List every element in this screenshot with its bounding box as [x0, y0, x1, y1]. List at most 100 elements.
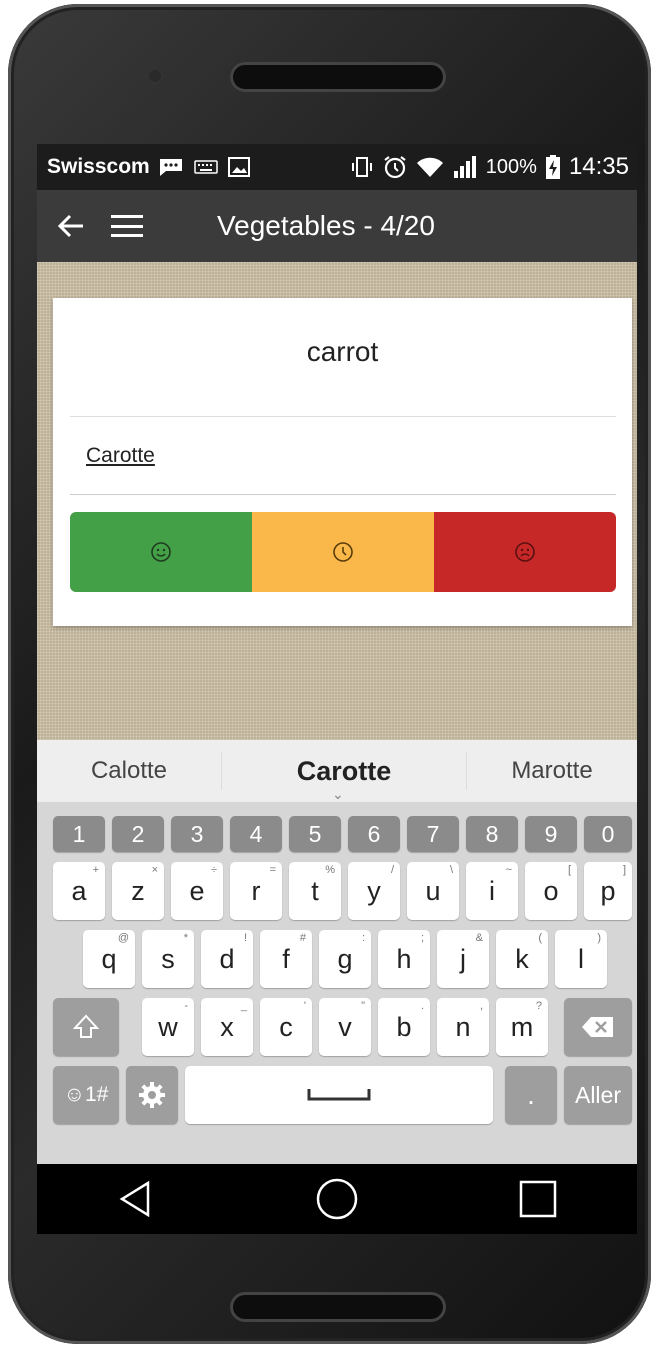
key-w[interactable]: w-: [142, 998, 194, 1056]
key-a[interactable]: a +: [53, 862, 105, 920]
key-d[interactable]: d!: [201, 930, 253, 988]
key-y[interactable]: y /: [348, 862, 400, 920]
rating-buttons: [70, 512, 616, 592]
key-label: r: [251, 875, 261, 906]
key-9[interactable]: 9: [525, 816, 577, 852]
known-button[interactable]: [70, 512, 252, 592]
key-5[interactable]: 5: [289, 816, 341, 852]
gear-icon: [139, 1082, 165, 1108]
key-r[interactable]: r =: [230, 862, 282, 920]
key-label: p: [600, 875, 616, 906]
key-alt-label: /: [390, 864, 394, 876]
screen: Swisscom 100% 14:35 Vegetables - 4/20 ca…: [37, 144, 637, 1234]
key-t[interactable]: t%: [289, 862, 341, 920]
divider: [70, 416, 616, 417]
key-p[interactable]: p]: [584, 862, 632, 920]
suggestion-left[interactable]: Calotte: [37, 757, 221, 785]
flashcard-area: carrot Carotte: [37, 262, 637, 740]
key-label: u: [425, 875, 441, 906]
key-alt-label: [: [567, 864, 571, 876]
app-bar: Vegetables - 4/20: [37, 190, 637, 262]
key-alt-label: @: [117, 932, 129, 944]
key-label: m: [510, 1011, 534, 1042]
key-alt-label: ?: [535, 1000, 542, 1012]
home-circle-icon[interactable]: [315, 1177, 359, 1221]
later-button[interactable]: [252, 512, 434, 592]
key-alt-label: #: [299, 932, 306, 944]
key-4[interactable]: 4: [230, 816, 282, 852]
space-key[interactable]: [185, 1066, 493, 1124]
key-s[interactable]: s *: [142, 930, 194, 988]
key-b[interactable]: b.: [378, 998, 430, 1056]
key-n[interactable]: n,: [437, 998, 489, 1056]
key-m[interactable]: m?: [496, 998, 548, 1056]
key-label: v: [338, 1011, 352, 1042]
key-k[interactable]: k(: [496, 930, 548, 988]
key-g[interactable]: g:: [319, 930, 371, 988]
key-e[interactable]: e ÷: [171, 862, 223, 920]
symbols-key[interactable]: ☺1#: [53, 1066, 119, 1124]
key-alt-label: +: [92, 864, 99, 876]
suggestion-strip: Calotte Carotte Marotte ⌄: [37, 740, 637, 802]
key-2[interactable]: 2: [112, 816, 164, 852]
page-title: Vegetables - 4/20: [217, 210, 435, 241]
system-icons: 100% 14:35: [350, 153, 629, 181]
enter-key[interactable]: Aller: [564, 1066, 632, 1124]
key-alt-label: ×: [151, 864, 158, 876]
key-x[interactable]: x _: [201, 998, 253, 1056]
key-label: i: [489, 875, 495, 906]
unknown-button[interactable]: [434, 512, 616, 592]
flashcard-word: carrot: [306, 336, 379, 367]
key-q[interactable]: q @: [83, 930, 135, 988]
wifi-icon: [416, 157, 443, 177]
key-8[interactable]: 8: [466, 816, 518, 852]
key-j[interactable]: j &: [437, 930, 489, 988]
sad-icon: [515, 542, 535, 562]
hamburger-menu-icon[interactable]: [111, 215, 143, 237]
back-arrow-icon[interactable]: [51, 211, 91, 241]
key-label: x: [220, 1011, 234, 1042]
key-label: s: [161, 943, 175, 974]
notification-icons: [158, 157, 250, 177]
suggestion-right[interactable]: Marotte: [467, 757, 637, 785]
carrier-name: Swisscom: [47, 155, 150, 178]
key-l[interactable]: l): [555, 930, 607, 988]
key-label: n: [455, 1011, 471, 1042]
back-triangle-icon[interactable]: [116, 1179, 156, 1219]
bottom-speaker: [230, 1292, 446, 1322]
key-h[interactable]: h;: [378, 930, 430, 988]
key-6[interactable]: 6: [348, 816, 400, 852]
chevron-down-icon[interactable]: ⌄: [332, 786, 344, 803]
front-camera: [149, 70, 161, 82]
key-i[interactable]: i ~: [466, 862, 518, 920]
input-underline: [70, 494, 616, 495]
key-v[interactable]: v ": [319, 998, 371, 1056]
key-1[interactable]: 1: [53, 816, 105, 852]
key-z[interactable]: z ×: [112, 862, 164, 920]
period-key[interactable]: .: [505, 1066, 557, 1124]
key-label: g: [337, 943, 353, 974]
key-alt-label: ]: [622, 864, 626, 876]
key-alt-label: ,: [479, 1000, 483, 1012]
answer-input[interactable]: Carotte: [86, 444, 155, 468]
soft-keyboard: 1 2 3 4 5 6 7 8 9 0 a + z × e ÷ r = t% y / u \…: [37, 802, 637, 1164]
key-3[interactable]: 3: [171, 816, 223, 852]
smile-icon: [151, 542, 171, 562]
key-alt-label: =: [269, 864, 276, 876]
suggestion-center[interactable]: Carotte: [222, 756, 466, 787]
backspace-key[interactable]: [564, 998, 632, 1056]
key-f[interactable]: f #: [260, 930, 312, 988]
shift-key[interactable]: [53, 998, 119, 1056]
key-c[interactable]: c ': [260, 998, 312, 1056]
key-0[interactable]: 0: [584, 816, 632, 852]
settings-key[interactable]: [126, 1066, 178, 1124]
key-alt-label: &: [475, 932, 483, 944]
key-o[interactable]: o[: [525, 862, 577, 920]
status-bar: Swisscom 100% 14:35: [37, 144, 637, 190]
shift-arrow-icon: [72, 1014, 100, 1038]
key-7[interactable]: 7: [407, 816, 459, 852]
key-label: l: [578, 943, 584, 974]
key-label: c: [279, 1011, 293, 1042]
recents-square-icon[interactable]: [518, 1179, 558, 1219]
key-u[interactable]: u \: [407, 862, 459, 920]
